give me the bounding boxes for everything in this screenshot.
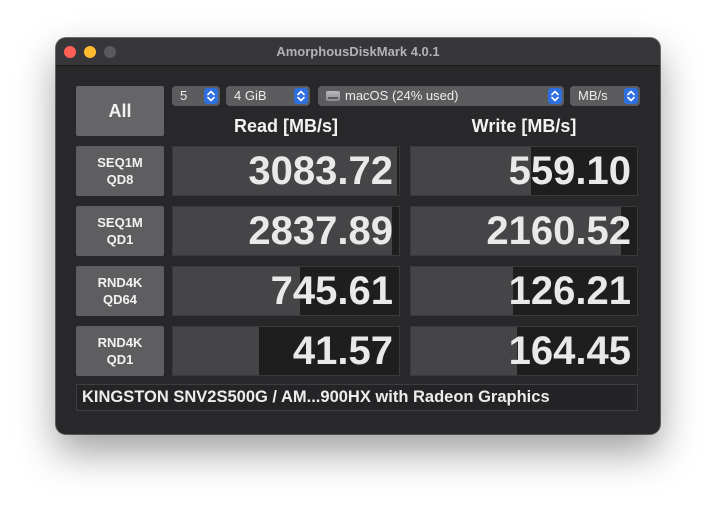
target-volume-value: macOS (24% used) xyxy=(345,88,459,103)
disk-icon xyxy=(326,91,340,101)
write-result-value: 559.10 xyxy=(508,149,631,193)
test-label-line1: RND4K xyxy=(97,335,143,350)
write-result-value: 2160.52 xyxy=(486,209,631,253)
write-result-cell: 2160.52 xyxy=(410,206,638,256)
read-result-value: 2837.89 xyxy=(248,209,393,253)
write-result-value: 126.21 xyxy=(508,269,631,313)
write-result-cell: 126.21 xyxy=(410,266,638,316)
stepper-arrows-icon xyxy=(294,88,308,104)
read-result-cell: 745.61 xyxy=(172,266,400,316)
run-all-button[interactable]: All xyxy=(76,86,164,136)
unit-select[interactable]: MB/s xyxy=(570,86,640,106)
test-count-value: 5 xyxy=(180,88,188,103)
window-title: AmorphousDiskMark 4.0.1 xyxy=(276,44,440,59)
minimize-button-icon[interactable] xyxy=(84,46,96,58)
seq1m-qd1-button[interactable]: SEQ1M QD1 xyxy=(76,206,164,256)
test-label-line2: QD1 xyxy=(106,352,134,367)
test-size-value: 4 GiB xyxy=(234,88,267,103)
write-column-header: Write [MB/s] xyxy=(471,116,577,136)
test-label-line2: QD8 xyxy=(106,172,134,187)
test-label-line1: SEQ1M xyxy=(97,215,143,230)
read-progress-bar xyxy=(173,327,259,375)
test-size-select[interactable]: 4 GiB xyxy=(226,86,310,106)
read-result-cell: 3083.72 xyxy=(172,146,400,196)
zoom-button-icon[interactable] xyxy=(104,46,116,58)
write-result-cell: 164.45 xyxy=(410,326,638,376)
unit-value: MB/s xyxy=(578,88,608,103)
read-column-header: Read [MB/s] xyxy=(233,116,338,136)
target-volume-select[interactable]: macOS (24% used) xyxy=(318,86,564,106)
read-result-value: 3083.72 xyxy=(248,149,393,193)
close-button-icon[interactable] xyxy=(64,46,76,58)
test-label-line2: QD64 xyxy=(103,292,137,307)
stepper-arrows-icon xyxy=(624,88,638,104)
stepper-arrows-icon xyxy=(204,88,218,104)
test-label-line1: RND4K xyxy=(97,275,143,290)
read-result-value: 41.57 xyxy=(292,329,393,373)
rnd4k-qd1-button[interactable]: RND4K QD1 xyxy=(76,326,164,376)
write-progress-bar xyxy=(411,327,518,375)
write-progress-bar xyxy=(411,267,513,315)
test-label-line1: SEQ1M xyxy=(97,155,143,170)
write-result-value: 164.45 xyxy=(508,329,631,373)
app-window: AmorphousDiskMark 4.0.1 All 5 4 GiB macO… xyxy=(56,38,660,434)
read-result-cell: 2837.89 xyxy=(172,206,400,256)
read-result-cell: 41.57 xyxy=(172,326,400,376)
stepper-arrows-icon xyxy=(548,88,562,104)
read-result-value: 745.61 xyxy=(270,269,393,313)
title-bar[interactable]: AmorphousDiskMark 4.0.1 xyxy=(56,38,660,66)
test-label-line2: QD1 xyxy=(106,232,134,247)
rnd4k-qd64-button[interactable]: RND4K QD64 xyxy=(76,266,164,316)
device-info-field[interactable]: KINGSTON SNV2S500G / AM...900HX with Rad… xyxy=(76,384,638,411)
seq1m-qd8-button[interactable]: SEQ1M QD8 xyxy=(76,146,164,196)
test-count-select[interactable]: 5 xyxy=(172,86,220,106)
write-result-cell: 559.10 xyxy=(410,146,638,196)
